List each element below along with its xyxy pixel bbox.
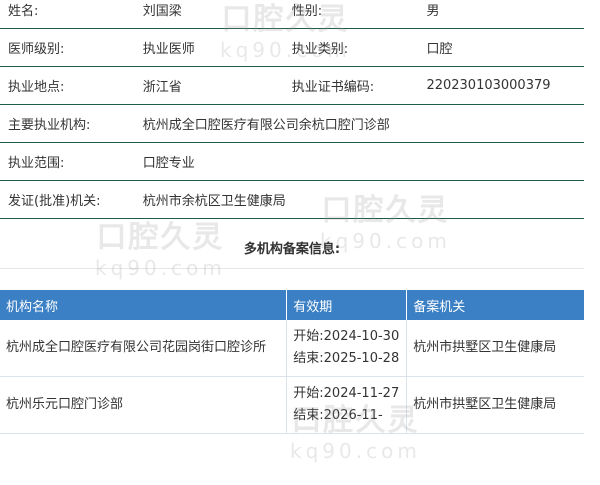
name-label: 姓名: [0,0,135,29]
info-row: 发证(批准)机关: 杭州市余杭区卫生健康局 [0,180,584,219]
name-value: 刘国梁 [134,0,284,29]
info-row: 姓名: 刘国梁 性别: 男 [0,0,584,29]
header-org-name: 机构名称 [0,290,288,320]
org-authority: 杭州市拱墅区卫生健康局 [406,376,584,434]
info-row: 执业范围: 口腔专业 [0,142,584,181]
period-start: 开始:2024-10-30 [293,329,400,344]
table-header-row: 机构名称 有效期 备案机关 [0,290,584,320]
header-validity: 有效期 [286,290,408,320]
location-label: 执业地点: [0,66,135,105]
multi-org-title: 多机构备案信息: [243,242,341,257]
multi-org-table: 机构名称 有效期 备案机关 杭州成全口腔医疗有限公司花园岗街口腔诊所 开始:20… [0,290,584,434]
org-name: 杭州乐元口腔门诊部 [0,376,288,434]
watermark-sub: kq90.com [290,439,421,463]
period-end: 结束:2026-11- [293,408,383,423]
level-value: 执业医师 [134,28,284,67]
location-value: 浙江省 [134,66,284,105]
issuer-value: 杭州市余杭区卫生健康局 [134,180,584,219]
info-row: 主要执业机构: 杭州成全口腔医疗有限公司余杭口腔门诊部 [0,104,584,143]
level-label: 医师级别: [0,28,135,67]
period-end: 结束:2025-10-28 [293,351,400,366]
gender-value: 男 [418,0,584,29]
issuer-label: 发证(批准)机关: [0,180,135,219]
validity-cell: 开始:2024-10-30 结束:2025-10-28 [286,320,408,377]
category-label: 执业类别: [283,28,419,67]
certificate-value: 220230103000379 [418,66,584,105]
header-authority: 备案机关 [406,290,584,320]
org-authority: 杭州市拱墅区卫生健康局 [406,320,584,377]
main-org-label: 主要执业机构: [0,104,135,143]
scope-value: 口腔专业 [134,142,584,181]
certificate-label: 执业证书编码: [283,66,419,105]
table-row: 杭州乐元口腔门诊部 开始:2024-11-27 结束:2026-11- 杭州市拱… [0,376,584,434]
main-org-value: 杭州成全口腔医疗有限公司余杭口腔门诊部 [134,104,584,143]
divider [0,268,584,269]
info-row: 医师级别: 执业医师 执业类别: 口腔 [0,28,584,67]
scope-label: 执业范围: [0,142,135,181]
info-row: 执业地点: 浙江省 执业证书编码: 220230103000379 [0,66,584,105]
doctor-info-table: 姓名: 刘国梁 性别: 男 医师级别: 执业医师 执业类别: 口腔 执业地点: … [0,0,584,219]
doctor-license-page: 姓名: 刘国梁 性别: 男 医师级别: 执业医师 执业类别: 口腔 执业地点: … [0,0,600,485]
org-name: 杭州成全口腔医疗有限公司花园岗街口腔诊所 [0,320,288,377]
table-row: 杭州成全口腔医疗有限公司花园岗街口腔诊所 开始:2024-10-30 结束:20… [0,320,584,377]
gender-label: 性别: [283,0,419,29]
validity-cell: 开始:2024-11-27 结束:2026-11- [286,376,408,434]
period-start: 开始:2024-11-27 [293,386,400,401]
category-value: 口腔 [418,28,584,67]
